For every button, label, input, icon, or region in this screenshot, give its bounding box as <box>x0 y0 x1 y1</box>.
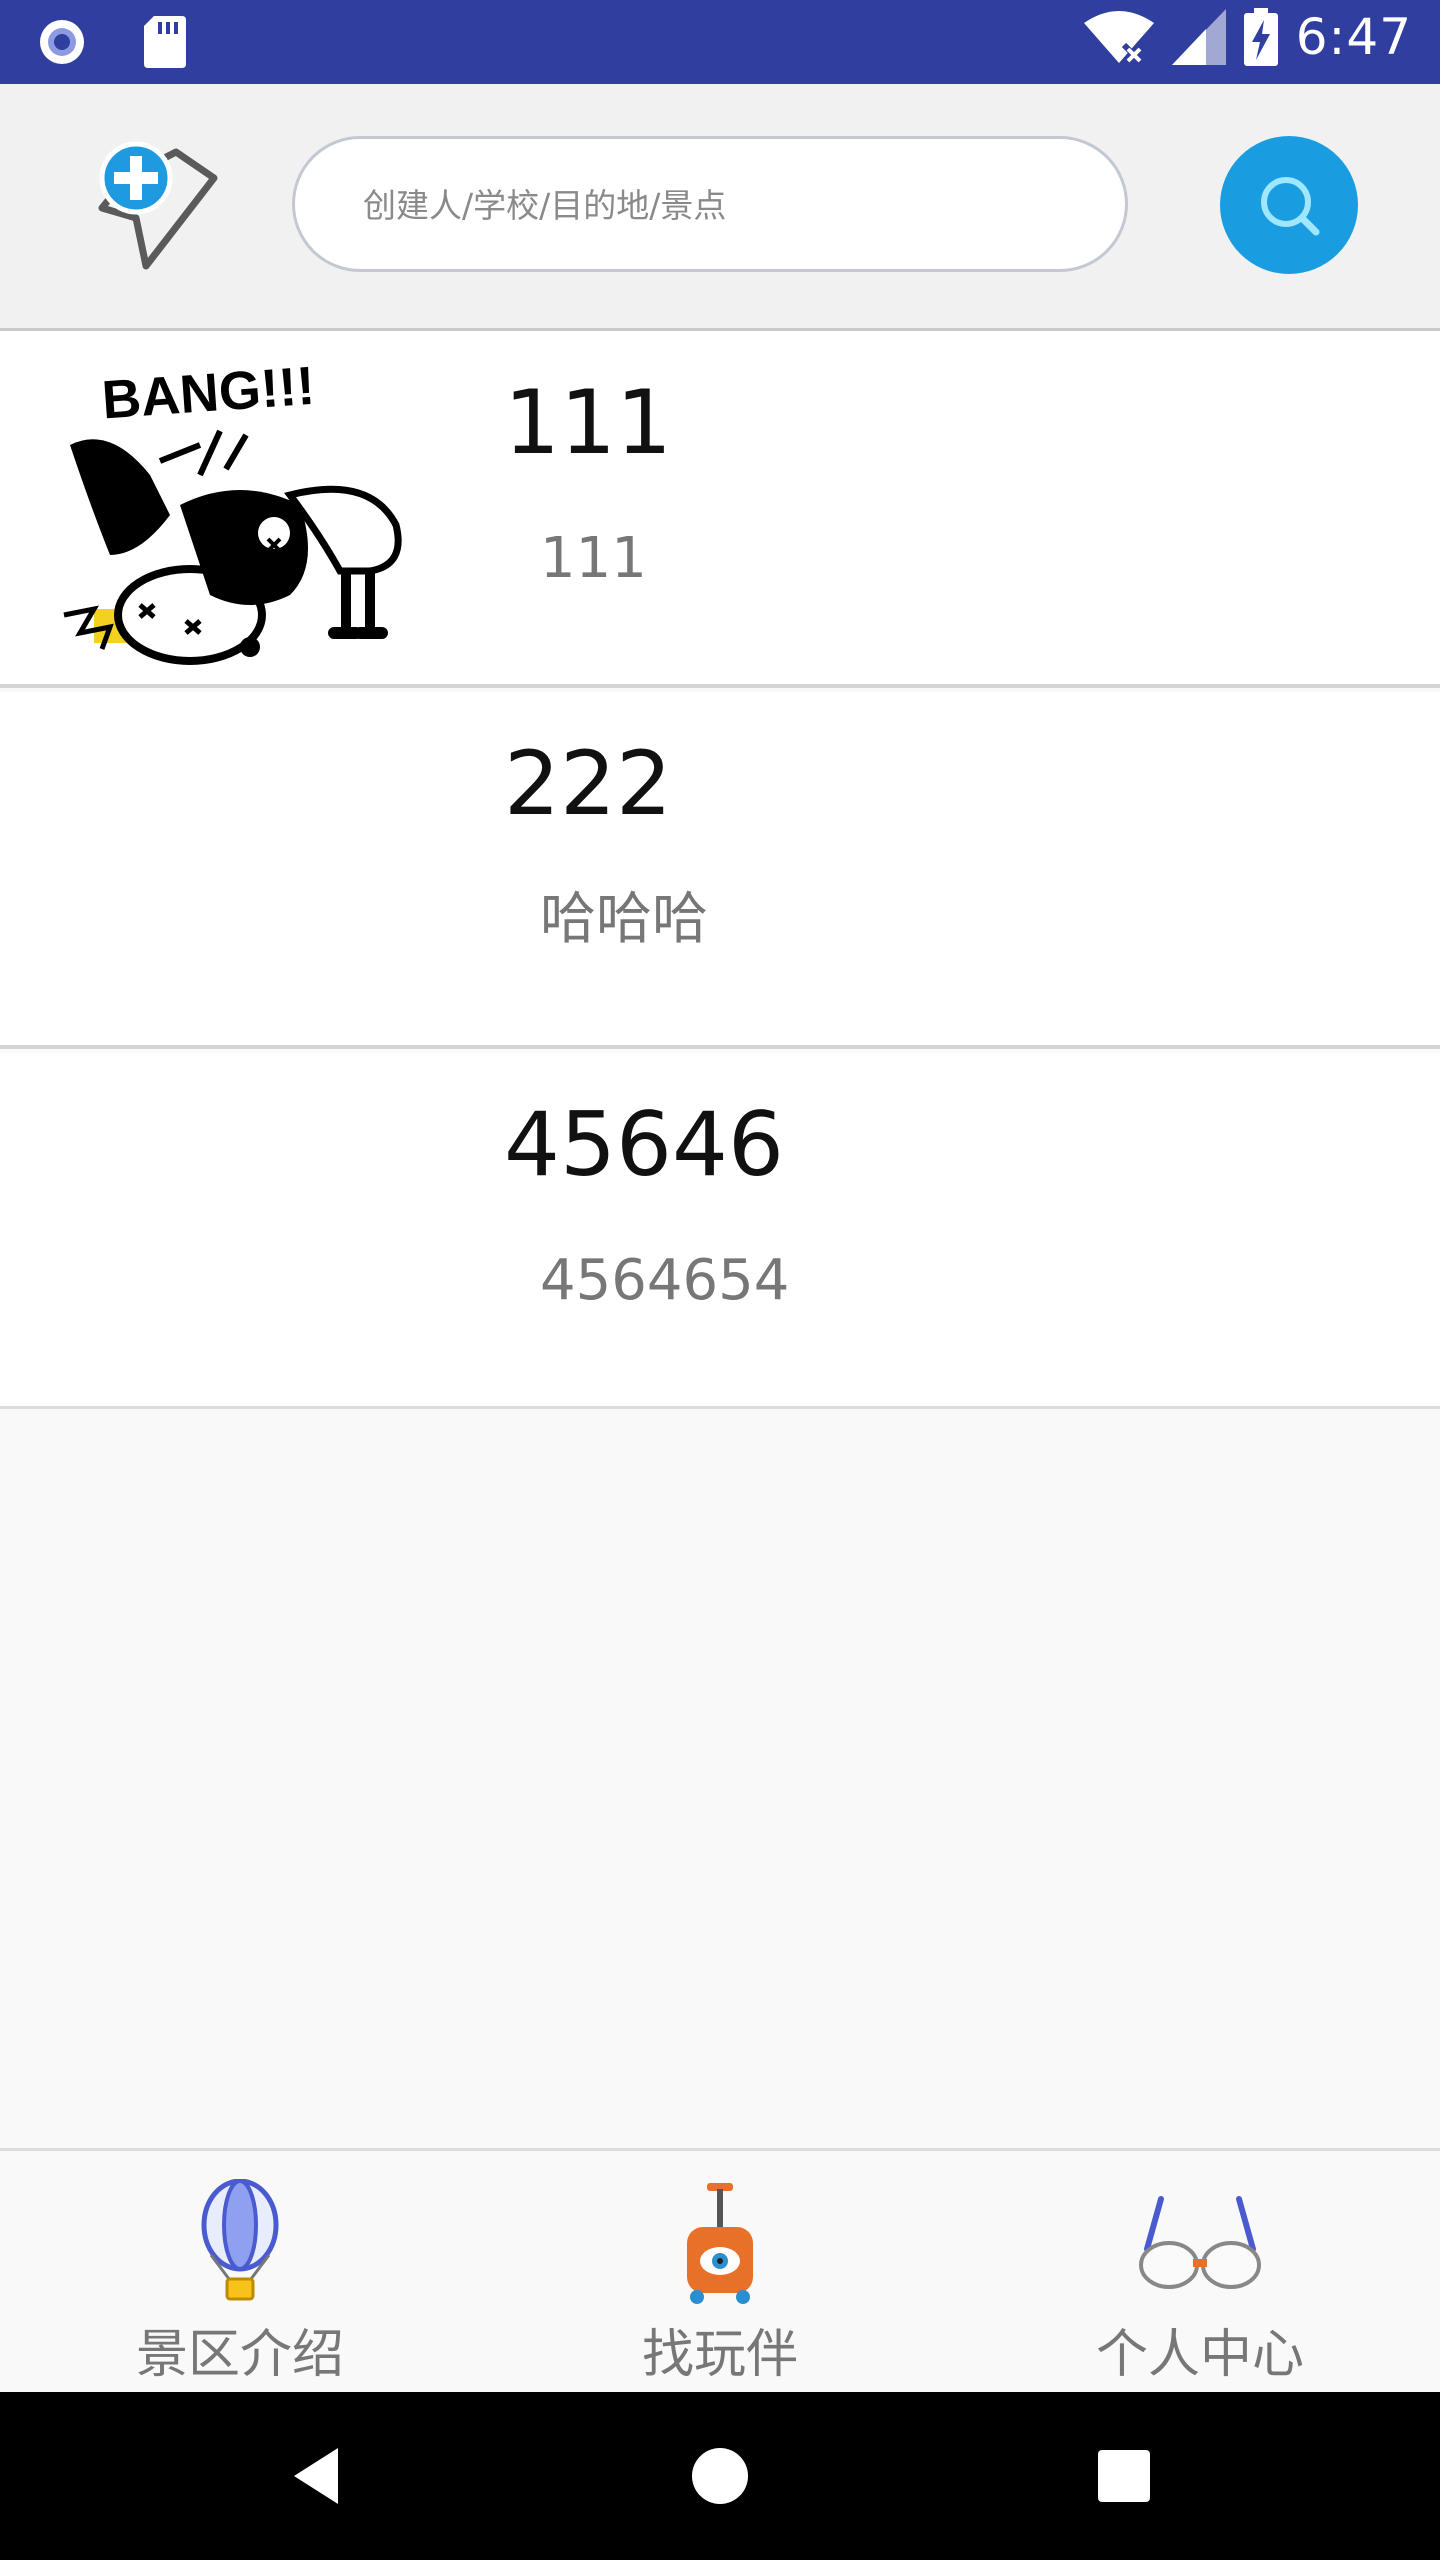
nav-item-find-companion[interactable]: 找玩伴 <box>480 2151 960 2395</box>
list-item[interactable]: 45646 4564654 <box>0 1053 1440 1409</box>
luggage-icon <box>687 2183 753 2304</box>
list-item[interactable]: 222 哈哈哈 <box>0 692 1440 1049</box>
create-trip-button[interactable] <box>96 138 222 278</box>
list-item[interactable]: BANG!!! 111 111 <box>0 331 1440 688</box>
item-subtitle: 哈哈哈 <box>540 887 708 952</box>
notification-circle-icon <box>40 20 84 64</box>
cartoon-bang-image: BANG!!! <box>50 356 420 665</box>
add-location-icon <box>98 141 218 270</box>
nav-label: 个人中心 <box>1095 2325 1304 2385</box>
nav-label: 找玩伴 <box>641 2325 798 2385</box>
item-subtitle: 4564654 <box>540 1248 790 1313</box>
item-subtitle: 111 <box>540 526 647 591</box>
wifi-icon <box>1083 11 1154 65</box>
recents-icon <box>1098 2450 1150 2502</box>
sd-card-icon <box>144 16 186 68</box>
search-button[interactable] <box>1220 136 1358 274</box>
search-input[interactable] <box>361 139 1065 271</box>
search-toolbar <box>0 84 1440 331</box>
signal-icon <box>1171 9 1226 65</box>
recents-button[interactable] <box>1074 2426 1174 2526</box>
svg-text:BANG!!!: BANG!!! <box>100 365 317 430</box>
item-title: 111 <box>504 371 672 474</box>
nav-item-personal-center[interactable]: 个人中心 <box>960 2151 1440 2395</box>
back-icon <box>294 2448 338 2504</box>
system-navigation-bar <box>0 2392 1440 2560</box>
item-title: 45646 <box>504 1093 784 1196</box>
status-time: 6:47 <box>1295 8 1412 66</box>
back-button[interactable] <box>266 2426 366 2526</box>
search-icon <box>1261 177 1320 236</box>
home-icon <box>692 2448 748 2504</box>
item-title: 222 <box>504 732 672 835</box>
search-field[interactable] <box>292 136 1128 272</box>
nav-label: 景区介绍 <box>135 2325 344 2385</box>
trip-list: BANG!!! 111 111 222 哈哈哈 45646 4564654 <box>0 331 1440 1409</box>
status-bar: 6:47 <box>0 0 1440 84</box>
bottom-navigation: 景区介绍 找玩伴 个人中心 <box>0 2148 1440 2395</box>
glasses-icon <box>1139 2196 1261 2289</box>
nav-item-scenic-intro[interactable]: 景区介绍 <box>0 2151 480 2395</box>
battery-charging-icon <box>1243 8 1278 66</box>
hot-air-balloon-icon <box>201 2179 279 2301</box>
home-button[interactable] <box>670 2426 770 2526</box>
